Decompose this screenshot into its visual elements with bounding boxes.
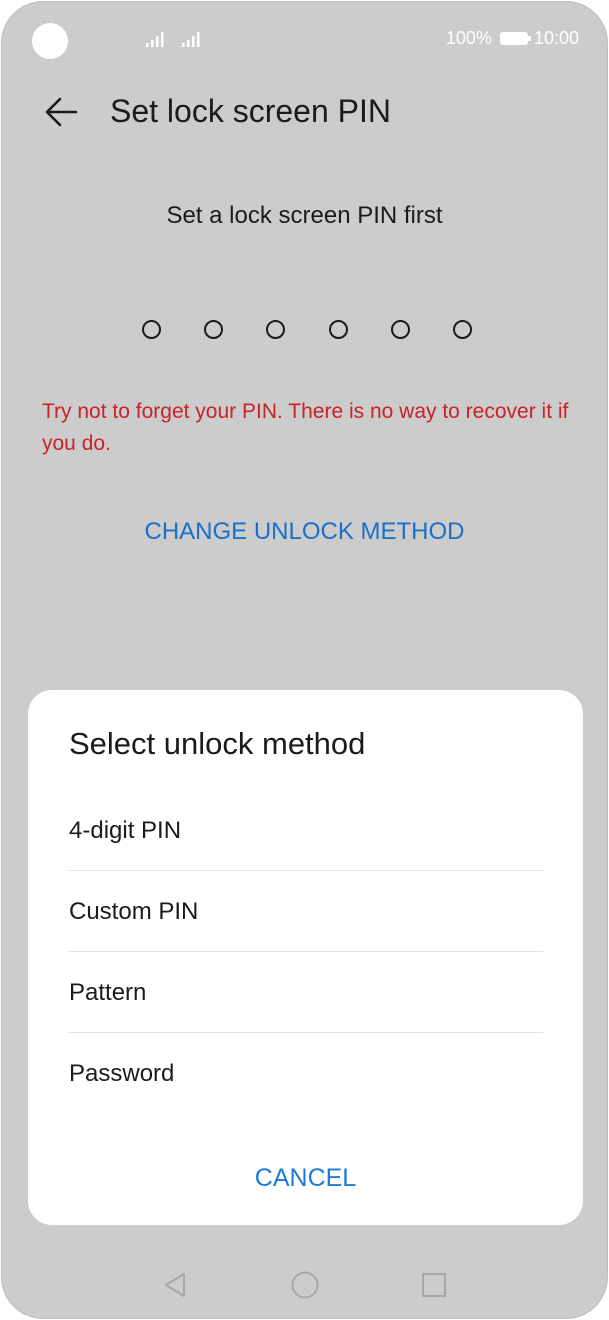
option-password[interactable]: Password xyxy=(69,1033,543,1114)
pin-dot xyxy=(266,320,286,339)
battery-icon xyxy=(499,32,531,45)
clock: 10:00 xyxy=(533,28,579,48)
option-pattern[interactable]: Pattern xyxy=(69,952,543,1033)
pin-entry-dots[interactable] xyxy=(142,320,472,342)
signal-icon xyxy=(182,32,200,47)
page-title: Set lock screen PIN xyxy=(110,93,391,129)
option-4-digit-pin[interactable]: 4-digit PIN xyxy=(69,790,543,871)
select-unlock-method-dialog: Select unlock method 4-digit PIN Custom … xyxy=(28,690,583,1225)
phone-screen: 100% 10:00 Set lock screen PIN Set a loc… xyxy=(1,1,608,1319)
option-custom-pin[interactable]: Custom PIN xyxy=(69,871,543,952)
back-button[interactable] xyxy=(40,90,84,134)
pin-dot xyxy=(452,320,472,339)
battery-percent: 100% xyxy=(445,28,492,48)
dialog-title: Select unlock method xyxy=(69,726,366,761)
pin-prompt: Set a lock screen PIN first xyxy=(166,202,443,229)
front-camera-cutout xyxy=(32,23,68,59)
pin-dot xyxy=(390,320,410,339)
status-right: 100% 10:00 xyxy=(446,28,579,49)
arrow-left-icon xyxy=(45,97,78,127)
unlock-method-list: 4-digit PIN Custom PIN Pattern Password xyxy=(69,790,543,1114)
pin-dot xyxy=(142,320,161,339)
signal-icon xyxy=(146,32,164,47)
pin-dot xyxy=(204,320,224,339)
pin-warning-text: Try not to forget your PIN. There is no … xyxy=(42,400,569,455)
cancel-button[interactable]: CANCEL xyxy=(28,1160,583,1196)
recents-square-icon[interactable] xyxy=(418,1269,450,1301)
navigation-bar xyxy=(2,1257,607,1317)
status-bar: 100% 10:00 xyxy=(2,2,607,78)
back-triangle-icon[interactable] xyxy=(159,1269,191,1301)
change-unlock-method-button[interactable]: CHANGE UNLOCK METHOD xyxy=(2,515,607,549)
home-circle-icon[interactable] xyxy=(289,1269,321,1301)
pin-dot xyxy=(328,320,348,339)
